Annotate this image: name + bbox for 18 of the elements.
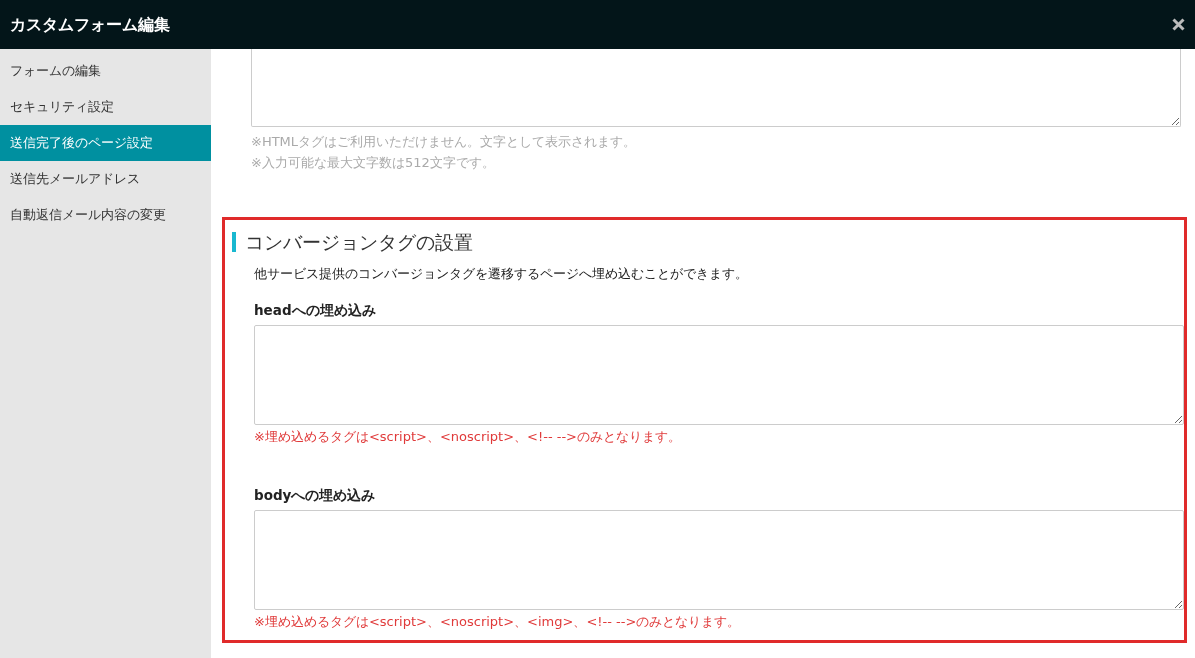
section-title: コンバージョンタグの設置 <box>232 232 1184 252</box>
sidebar-item[interactable]: 送信完了後のページ設定 <box>0 125 211 161</box>
sidebar-item[interactable]: 自動返信メール内容の変更 <box>0 197 211 233</box>
sidebar-item[interactable]: 送信先メールアドレス <box>0 161 211 197</box>
close-icon[interactable] <box>1172 18 1185 31</box>
field-label: bodyへの埋め込み <box>254 486 377 504</box>
window-title: カスタムフォーム編集 <box>10 13 170 36</box>
text-area[interactable] <box>254 509 1184 610</box>
field-label: headへの埋め込み <box>254 301 377 319</box>
text-area[interactable] <box>254 324 1184 425</box>
field-note: ※HTMLタグはご利用いただけません。文字として表示されます。 <box>251 133 638 151</box>
sidebar-item[interactable]: フォームの編集 <box>0 53 211 89</box>
field-note: ※埋め込めるタグは<script>、<noscript>、<!-- -->のみとなります。 <box>254 427 682 446</box>
field-note: ※入力可能な最大文字数は512文字です。 <box>251 154 496 172</box>
field-note: ※埋め込めるタグは<script>、<noscript>、<img>、<!-- -->のみとなります。 <box>254 612 742 631</box>
text-area[interactable] <box>251 49 1181 127</box>
sidebar-item[interactable]: セキュリティ設定 <box>0 89 211 125</box>
section-description: 他サービス提供のコンバージョンタグを遷移するページへ埋め込むことができます。 <box>254 265 749 283</box>
